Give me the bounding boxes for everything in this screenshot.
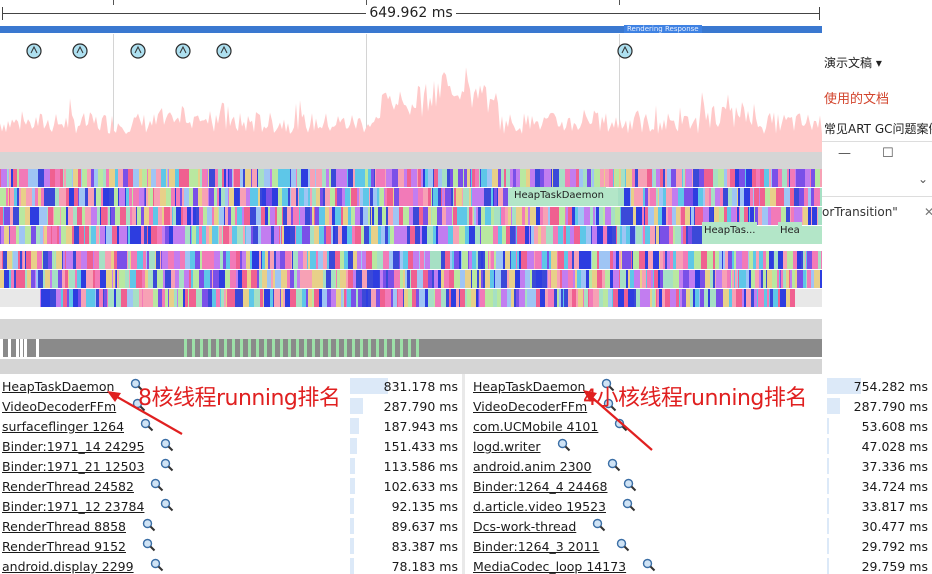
search-icon[interactable]: [592, 518, 606, 532]
frame-track[interactable]: [0, 339, 822, 359]
minimize-icon[interactable]: —: [838, 146, 851, 161]
thread-name-link[interactable]: RenderThread 9152: [2, 539, 126, 554]
arrow-left: [111, 393, 183, 435]
vsync-markers: [26, 43, 633, 59]
filter-field[interactable]: orTransition" ✕: [822, 205, 932, 223]
running-duration: 102.633 ms: [383, 479, 458, 494]
annotation-arrows: [107, 390, 653, 451]
table-row[interactable]: Binder:1264_4 24468 34.724 ms: [465, 476, 932, 496]
table-row[interactable]: RenderThread 9152 83.387 ms: [0, 536, 462, 556]
menu-presentation[interactable]: 演示文稿 ▾: [824, 54, 882, 71]
slice-label[interactable]: HeapTaskDaemon: [512, 187, 606, 205]
rendering-response-label: Rendering Response: [624, 25, 702, 33]
thread-name-link[interactable]: RenderThread 8858: [2, 519, 126, 534]
maximize-icon[interactable]: ☐: [882, 146, 894, 161]
search-icon[interactable]: [616, 538, 630, 552]
running-duration: 78.183 ms: [391, 559, 458, 574]
table-row[interactable]: d.article.video 19523 33.817 ms: [465, 496, 932, 516]
duration-bar: [827, 558, 829, 574]
track-separator: [0, 319, 822, 339]
trace-viewer[interactable]: 649.962 ms Rendering Response HeapTaskDa…: [0, 0, 822, 374]
side-panel: 演示文稿 ▾ 使用的文档 常见ART GC问题案例 — ☐ ⌄ orTransi…: [822, 0, 932, 374]
cpu-core-tracks[interactable]: [0, 169, 822, 319]
menu-art-gc-cases[interactable]: 常见ART GC问题案例: [824, 120, 932, 137]
table-row[interactable]: RenderThread 24582 102.633 ms: [0, 476, 462, 496]
table-row[interactable]: Dcs-work-thread 30.477 ms: [465, 516, 932, 536]
search-icon[interactable]: [142, 518, 156, 532]
running-duration: 92.135 ms: [391, 499, 458, 514]
duration-bar: [350, 498, 354, 514]
search-icon[interactable]: [142, 538, 156, 552]
search-icon[interactable]: [622, 498, 636, 512]
running-duration: 30.477 ms: [861, 519, 928, 534]
table-row[interactable]: MediaCodec_loop 14173 29.759 ms: [465, 556, 932, 574]
thread-name-link[interactable]: Binder:1971_12 23784: [2, 499, 144, 514]
track-separator: [0, 152, 822, 169]
thread-name-link[interactable]: RenderThread 24582: [2, 479, 134, 494]
track-separator: [0, 359, 822, 374]
thread-name-link[interactable]: Binder:1264_3 2011: [473, 539, 600, 554]
duration-bar: [350, 538, 354, 554]
running-duration: 33.817 ms: [861, 499, 928, 514]
menu-used-docs[interactable]: 使用的文档: [824, 88, 889, 107]
search-icon[interactable]: [623, 478, 637, 492]
search-icon[interactable]: [160, 498, 174, 512]
slice-label[interactable]: Hea: [778, 222, 802, 240]
thread-name-link[interactable]: android.display 2299: [2, 559, 134, 574]
duration-bar: [350, 478, 355, 494]
filter-text: orTransition": [822, 205, 898, 219]
thread-name-link[interactable]: Binder:1264_4 24468: [473, 479, 607, 494]
running-duration: 29.759 ms: [861, 559, 928, 574]
running-duration: 29.792 ms: [861, 539, 928, 554]
search-icon[interactable]: [642, 558, 656, 572]
table-row[interactable]: RenderThread 8858 89.637 ms: [0, 516, 462, 536]
table-row[interactable]: android.display 2299 78.183 ms: [0, 556, 462, 574]
close-icon[interactable]: ✕: [924, 205, 932, 219]
duration-bar: [350, 558, 354, 574]
table-row[interactable]: Binder:1971_12 23784 92.135 ms: [0, 496, 462, 516]
slice-label[interactable]: HeapTas...: [702, 222, 758, 240]
selection-duration: 649.962 ms: [0, 5, 822, 21]
search-icon[interactable]: [150, 478, 164, 492]
running-duration: 89.637 ms: [391, 519, 458, 534]
duration-bar: [827, 478, 829, 494]
search-icon[interactable]: [150, 558, 164, 572]
running-duration: 34.724 ms: [861, 479, 928, 494]
duration-bar: [827, 538, 829, 554]
thread-name-link[interactable]: MediaCodec_loop 14173: [473, 559, 626, 574]
thread-name-link[interactable]: Dcs-work-thread: [473, 519, 576, 534]
duration-bar: [827, 518, 829, 534]
thread-name-link[interactable]: d.article.video 19523: [473, 499, 606, 514]
duration-bar: [827, 498, 829, 514]
chevron-down-icon[interactable]: ⌄: [918, 172, 928, 186]
arrowhead-left: [107, 391, 121, 402]
arrow-right: [587, 393, 653, 451]
table-row[interactable]: Binder:1264_3 2011 29.792 ms: [465, 536, 932, 556]
running-duration: 83.387 ms: [391, 539, 458, 554]
duration-bar: [350, 518, 354, 534]
